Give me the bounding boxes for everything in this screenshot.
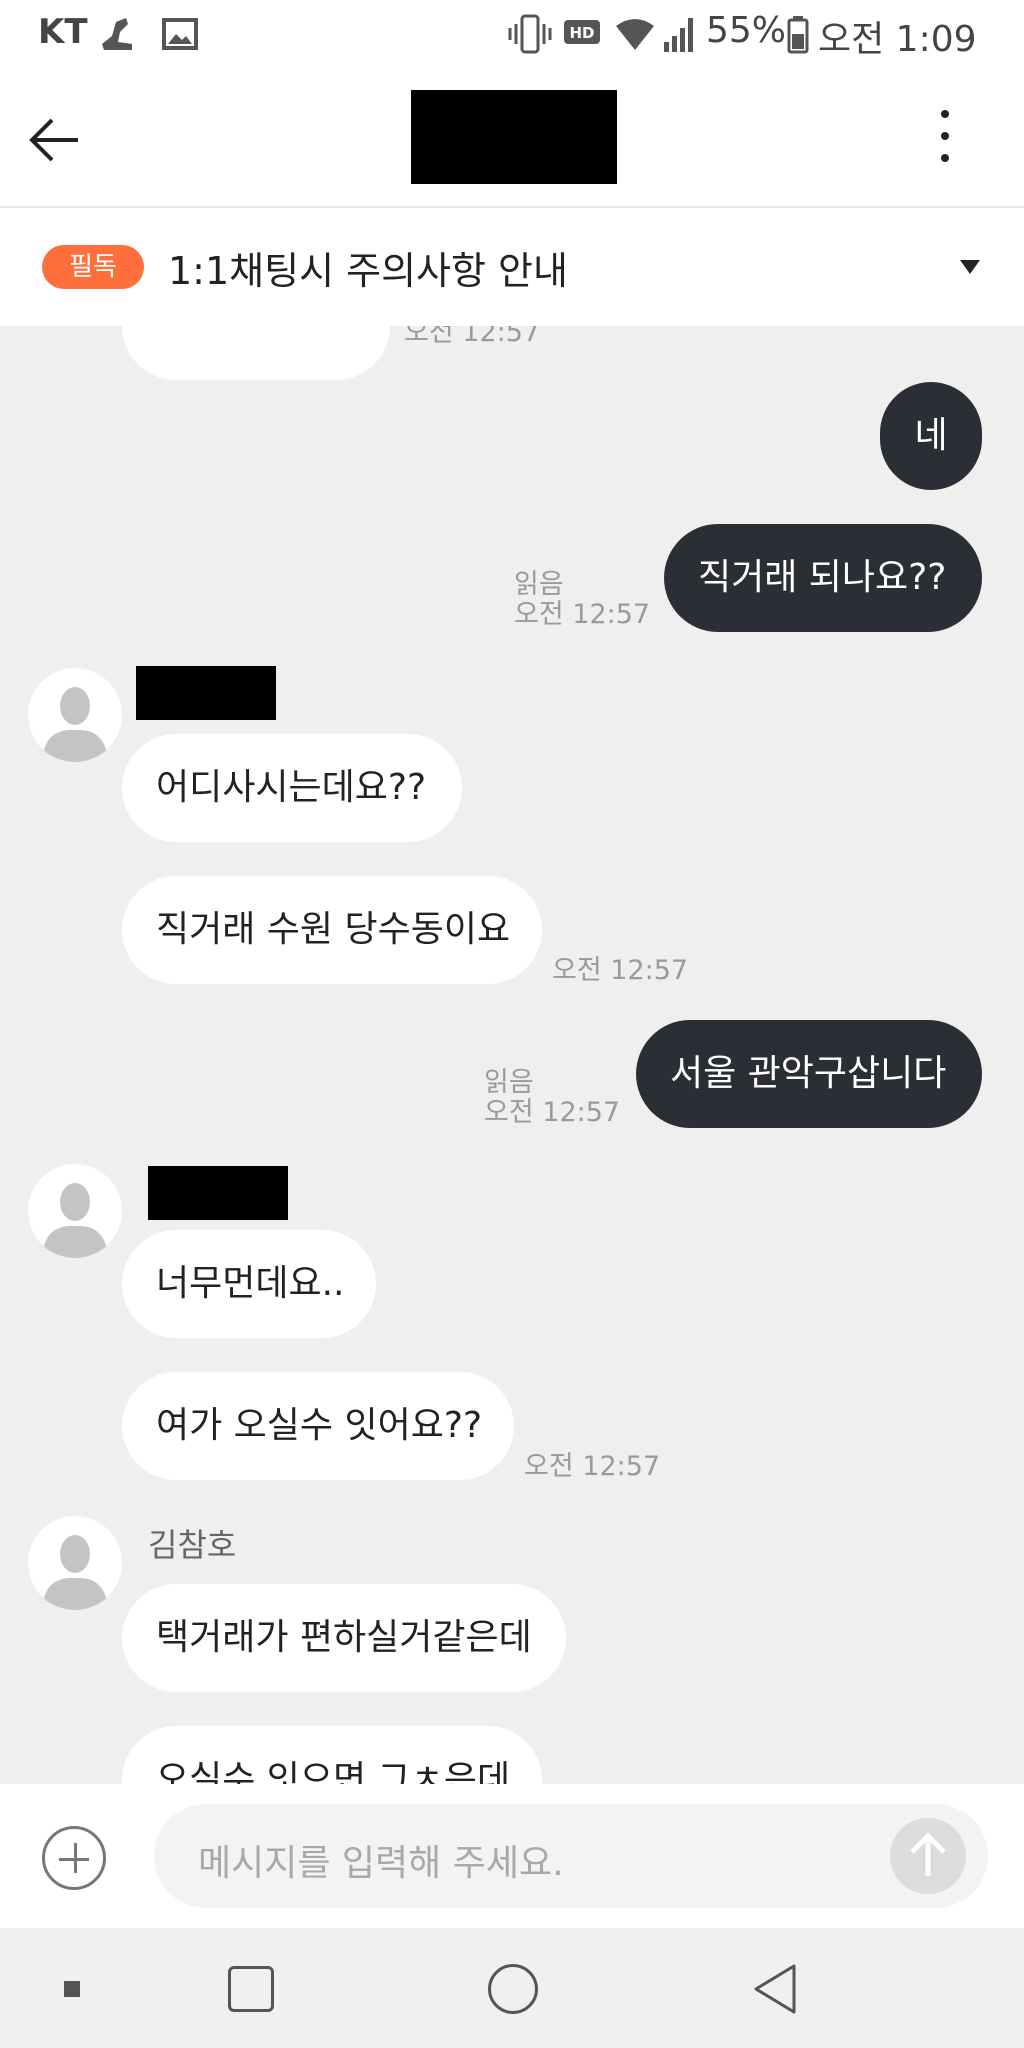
avatar[interactable] — [28, 668, 122, 762]
status-bar: KT HD 55% 오전 1:09 — [0, 0, 1024, 70]
notice-banner[interactable]: 필독 1:1채팅시 주의사항 안내 — [0, 208, 1024, 326]
avatar[interactable] — [28, 1516, 122, 1610]
signal-icon — [664, 18, 693, 52]
read-status: 읽음 — [514, 569, 564, 600]
hd-icon: HD — [564, 20, 600, 44]
message-input-bar: 메시지를 입력해 주세요. — [0, 1784, 1024, 1928]
app-bar — [0, 70, 1024, 208]
incoming-message: 여가 오실수 잇어요?? — [122, 1372, 514, 1480]
battery-icon — [787, 16, 809, 54]
incoming-message: 너무먼데요.. — [122, 1230, 376, 1338]
outgoing-message: 네 — [880, 382, 982, 490]
arrow-up-icon — [910, 1832, 946, 1876]
vibrate-icon — [508, 14, 552, 54]
incoming-message: 오실수 잇으면 그ㅊ은데 — [122, 1726, 542, 1784]
outgoing-message: 서울 관악구삽니다 — [636, 1020, 982, 1128]
incoming-message-partial — [122, 326, 390, 380]
plus-circle-icon[interactable] — [42, 1826, 106, 1890]
read-status: 읽음 — [484, 1067, 534, 1098]
chat-messages[interactable]: 오전 12:57 네 읽음 오전 12:57 직거래 되나요?? 어디사시는데요… — [0, 326, 1024, 1784]
message-input-placeholder: 메시지를 입력해 주세요. — [198, 1843, 564, 1884]
message-time: 오전 12:57 — [514, 599, 651, 630]
arrow-left-icon[interactable] — [24, 110, 84, 170]
send-button[interactable] — [890, 1818, 966, 1894]
svg-text:HD: HD — [569, 24, 594, 42]
notice-badge: 필독 — [42, 245, 144, 289]
incoming-message: 택거래가 편하실거같은데 — [122, 1584, 566, 1692]
sender-name-redacted — [148, 1166, 288, 1220]
person-silhouette-icon — [42, 1535, 108, 1610]
chat-partner-name-redacted — [411, 90, 617, 184]
running-shoe-icon — [102, 18, 132, 50]
incoming-message: 직거래 수원 당수동이요 — [122, 876, 542, 984]
back-triangle-icon[interactable] — [750, 1962, 800, 2016]
carrier-label: KT — [38, 12, 88, 52]
person-silhouette-icon — [42, 1183, 108, 1258]
more-vertical-icon[interactable] — [930, 104, 960, 174]
incoming-message: 어디사시는데요?? — [122, 734, 462, 842]
outgoing-message: 직거래 되나요?? — [664, 524, 982, 632]
caret-down-icon[interactable] — [960, 260, 980, 274]
avatar[interactable] — [28, 1164, 122, 1258]
message-time: 오전 12:57 — [552, 955, 689, 986]
recent-dot-icon[interactable] — [64, 1981, 80, 1997]
battery-percent: 55% — [706, 10, 787, 51]
system-nav-bar — [0, 1928, 1024, 2048]
person-silhouette-icon — [42, 687, 108, 762]
wifi-icon — [616, 19, 654, 50]
home-circle-icon[interactable] — [488, 1964, 538, 2014]
notice-text: 1:1채팅시 주의사항 안내 — [168, 249, 568, 293]
message-time: 오전 12:57 — [524, 1451, 661, 1482]
sender-name-redacted — [136, 666, 276, 720]
message-input[interactable]: 메시지를 입력해 주세요. — [154, 1804, 988, 1908]
message-time: 오전 12:57 — [484, 1097, 621, 1128]
sender-name: 김참호 — [148, 1526, 237, 1564]
clock: 오전 1:09 — [818, 19, 977, 60]
image-icon — [162, 18, 198, 50]
message-time: 오전 12:57 — [404, 326, 541, 348]
overview-square-icon[interactable] — [228, 1966, 274, 2012]
